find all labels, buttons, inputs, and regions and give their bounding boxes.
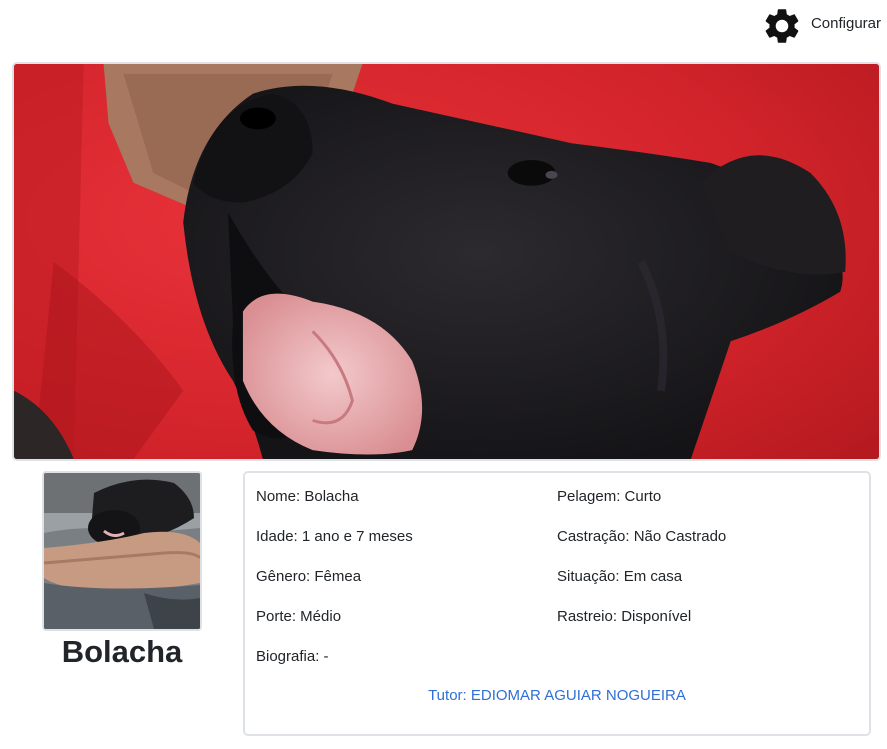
detail-genero: Gênero: Fêmea <box>256 568 362 585</box>
settings-button[interactable]: Configurar <box>761 5 881 47</box>
puppy-cover-illustration <box>14 64 879 459</box>
puppy-avatar-illustration <box>44 473 200 629</box>
pet-name-heading: Bolacha <box>61 634 183 669</box>
pet-avatar <box>42 471 202 631</box>
gear-icon <box>765 9 799 43</box>
top-bar: Configurar <box>0 0 887 52</box>
cover-photo <box>12 62 881 461</box>
settings-label: Configurar <box>810 14 881 32</box>
detail-porte: Porte: Médio <box>256 608 342 625</box>
pet-details-card: Nome: Bolacha Idade: 1 ano e 7 meses Gên… <box>243 471 871 736</box>
detail-situacao: Situação: Em casa <box>557 568 683 585</box>
detail-pelagem: Pelagem: Curto <box>557 488 662 505</box>
detail-idade: Idade: 1 ano e 7 meses <box>256 528 413 545</box>
detail-nome: Nome: Bolacha <box>256 488 359 505</box>
detail-rastreio: Rastreio: Disponível <box>557 608 692 625</box>
tutor-link[interactable]: Tutor: EDIOMAR AGUIAR NOGUEIRA <box>245 686 869 706</box>
detail-biografia: Biografia: - <box>256 648 329 665</box>
detail-castracao: Castração: Não Castrado <box>557 528 727 545</box>
